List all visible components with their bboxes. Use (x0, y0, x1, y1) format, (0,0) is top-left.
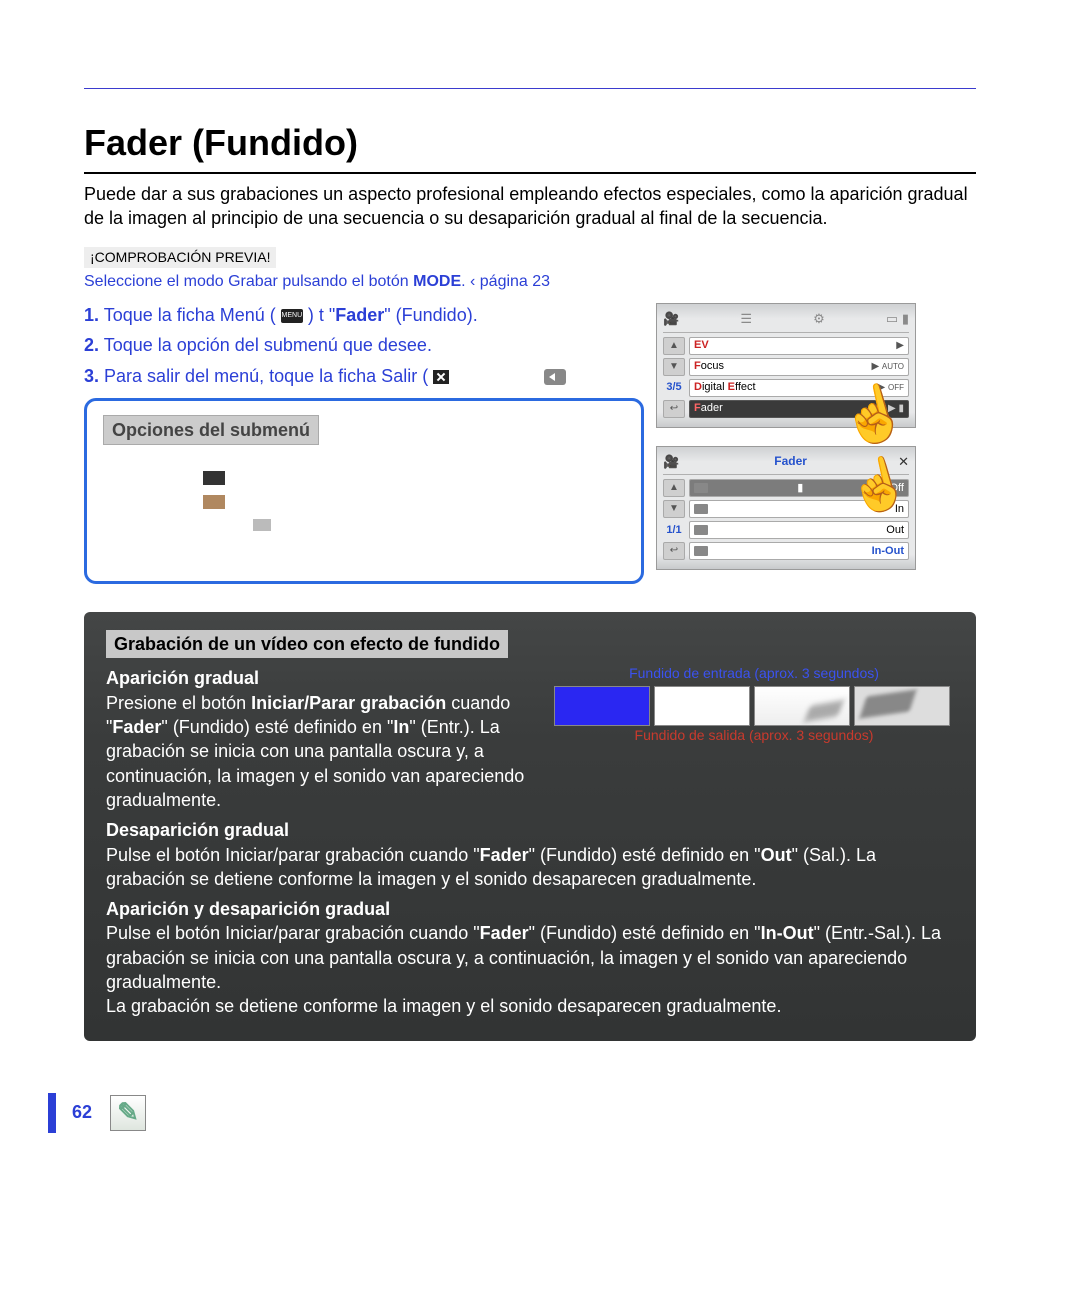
page-footer: 62 ✎ (48, 1093, 1020, 1133)
option-icon-1 (203, 471, 225, 485)
s1c: Fader (335, 305, 384, 325)
fade-illustration: Fundido de entrada (aprox. 3 segundos) F… (554, 664, 954, 747)
page-number: 62 (72, 1100, 92, 1124)
fade-frame-4 (854, 686, 950, 726)
s1a: Toque la ficha Menú ( (104, 305, 276, 325)
title-underline (84, 172, 976, 174)
scroll-up-button[interactable]: ▲ (663, 337, 685, 355)
fade-frame-3 (754, 686, 850, 726)
fade-frame-2 (654, 686, 750, 726)
fade-out-heading: Desaparición gradual (106, 818, 954, 842)
fade-out-caption: Fundido de salida (aprox. 3 segundos) (554, 728, 954, 743)
pointing-hand-icon: ☝ (845, 467, 910, 502)
menu-item-ev[interactable]: EV▶ (689, 337, 909, 355)
option-icon-3 (253, 519, 271, 531)
s1b: ) t " (308, 305, 335, 325)
step-3: 3. Para salir del menú, toque la ficha S… (84, 364, 644, 388)
step-1: 1. Toque la ficha Menú ( MENU ) t "Fader… (84, 303, 644, 327)
fade-effect-panel: Grabación de un vídeo con efecto de fund… (84, 612, 976, 1040)
fade-out-text: Pulse el botón Iniciar/parar grabación c… (106, 843, 954, 892)
fade-in-text: Presione el botón Iniciar/Parar grabació… (106, 691, 538, 812)
p3a: Pulse el botón Iniciar/parar grabación c… (106, 923, 480, 943)
precheck-block: ¡COMPROBACIÓN PREVIA! Seleccione el modo… (84, 244, 976, 293)
footer-tab (48, 1093, 56, 1133)
s3a: Para salir del menú, toque la ficha Sali… (104, 366, 428, 386)
precheck-a: Seleccione el modo Grabar pulsando el bo… (84, 273, 413, 290)
p1a: Presione el botón (106, 693, 251, 713)
page-title: Fader (Fundido) (84, 119, 976, 168)
scroll-up-button[interactable]: ▲ (663, 479, 685, 497)
options-icons (103, 471, 625, 531)
auto-label: AUTO (882, 362, 904, 371)
menu-icon: MENU (281, 309, 303, 323)
p2c: " (Fundido) esté definido en " (529, 845, 761, 865)
fade-inout-text-2: La grabación se detiene conforme la imag… (106, 994, 954, 1018)
intro-paragraph: Puede dar a sus grabaciones un aspecto p… (84, 182, 976, 231)
back-button[interactable]: ↩ (663, 400, 685, 418)
p3b: Fader (480, 923, 529, 943)
scroll-down-button[interactable]: ▼ (663, 358, 685, 376)
precheck-c: . ‹ página 23 (461, 273, 550, 290)
fader-a: F (694, 402, 701, 414)
s1d: " (Fundido). (384, 305, 477, 325)
back-icon (544, 369, 566, 385)
p1e: " (Fundido) esté definido en " (161, 717, 393, 737)
precheck-text: Seleccione el modo Grabar pulsando el bo… (84, 273, 550, 290)
pointing-hand-icon: ☝ (838, 397, 909, 435)
fade-frame-1 (554, 686, 650, 726)
list-icon: ☰ (740, 310, 752, 328)
note-icon: ✎ (110, 1095, 146, 1131)
fader-option-inout[interactable]: In-Out (689, 542, 909, 560)
back-button[interactable]: ↩ (663, 542, 685, 560)
inout-opt: In-Out (872, 544, 904, 559)
camera-menu-screen-2: 🎥 Fader ✕ ▲ ▮ Off ▼ In 1/1 Out ↩ In-Out … (656, 446, 916, 571)
p2d: Out (761, 845, 792, 865)
fader-title: Fader (770, 453, 807, 469)
de-c: E (728, 381, 735, 393)
pager-1: 3/5 (663, 380, 685, 395)
panel-title: Grabación de un vídeo con efecto de fund… (106, 630, 508, 658)
close-icon (433, 370, 449, 384)
p2b: Fader (480, 845, 529, 865)
battery-icon: ▭ ▮ (886, 310, 909, 328)
gear-icon: ⚙ (813, 310, 825, 328)
option-icon-2 (203, 495, 225, 509)
camcorder-mode-icon: 🎥 (663, 310, 679, 328)
precheck-label: ¡COMPROBACIÓN PREVIA! (84, 247, 276, 268)
menu-item-focus[interactable]: Focus▶ AUTO (689, 358, 909, 376)
top-rule (84, 88, 976, 89)
pager-2: 1/1 (663, 523, 685, 538)
fader-b: ader (701, 402, 723, 414)
options-title: Opciones del submenú (103, 415, 319, 445)
scroll-down-button[interactable]: ▼ (663, 500, 685, 518)
steps-list: 1. Toque la ficha Menú ( MENU ) t "Fader… (84, 303, 644, 388)
fade-in-caption: Fundido de entrada (aprox. 3 segundos) (554, 666, 954, 681)
fade-inout-heading: Aparición y desaparición gradual (106, 897, 954, 921)
camera-menu-screen-1: 🎥 ☰ ⚙ ▭ ▮ ▲ EV▶ ▼ Focus▶ AUTO 3/5 (656, 303, 916, 428)
submenu-options-box: Opciones del submenú (84, 398, 644, 584)
p2a: Pulse el botón Iniciar/parar grabación c… (106, 845, 480, 865)
de-b: igital (702, 381, 728, 393)
fade-in-heading: Aparición gradual (106, 666, 538, 690)
p1d: Fader (112, 717, 161, 737)
fader-option-out[interactable]: Out (689, 521, 909, 539)
camcorder-mode-icon: 🎥 (663, 453, 679, 471)
precheck-mode: MODE (413, 273, 461, 290)
out-opt: Out (886, 523, 904, 538)
ev-label: EV (694, 339, 709, 351)
de-d: ffect (735, 381, 756, 393)
p1f: In (393, 717, 409, 737)
s2: Toque la opción del submenú que desee. (104, 335, 432, 355)
p3c: " (Fundido) esté definido en " (529, 923, 761, 943)
p3d: In-Out (761, 923, 814, 943)
p1b: Iniciar/Parar grabación (251, 693, 446, 713)
step-2: 2. Toque la opción del submenú que desee… (84, 333, 644, 357)
de-a: D (694, 381, 702, 393)
fade-inout-text: Pulse el botón Iniciar/parar grabación c… (106, 921, 954, 994)
